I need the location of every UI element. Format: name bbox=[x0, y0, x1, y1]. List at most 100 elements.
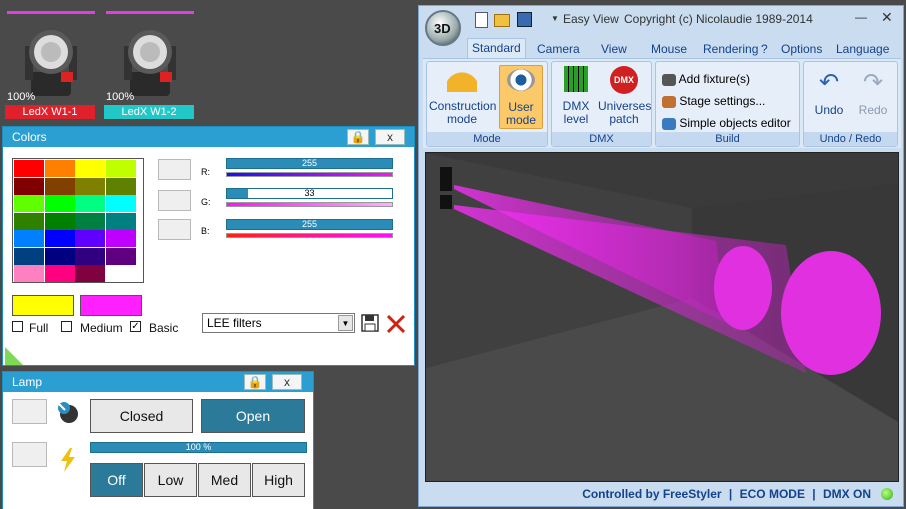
minimize-button[interactable]: — bbox=[855, 10, 867, 24]
color-swatch[interactable] bbox=[44, 177, 75, 195]
open-folder-icon[interactable] bbox=[494, 14, 510, 27]
light-spot bbox=[781, 251, 881, 375]
tab-options[interactable]: Options bbox=[781, 40, 822, 58]
lamp-low-button[interactable]: Low bbox=[144, 463, 197, 497]
lamp-off-button[interactable]: Off bbox=[90, 463, 143, 497]
color-swatch[interactable] bbox=[105, 212, 136, 230]
lamp-preset-button[interactable] bbox=[12, 442, 47, 467]
color-swatch[interactable] bbox=[75, 247, 105, 265]
r-label: R: bbox=[201, 167, 210, 177]
shutter-preset-button[interactable] bbox=[12, 399, 47, 424]
close-button[interactable]: x bbox=[272, 374, 302, 390]
fixture-ledx-w1-2[interactable]: 100% LedX W1-2 bbox=[104, 8, 196, 120]
dmx-level-button[interactable]: DMX level bbox=[556, 66, 596, 126]
r-slider[interactable]: 255 bbox=[226, 158, 393, 169]
undo-icon: ↶ bbox=[818, 69, 840, 96]
color-swatch[interactable] bbox=[75, 212, 105, 230]
tab-view[interactable]: View bbox=[601, 40, 627, 58]
universes-patch-button[interactable]: DMX Universes patch bbox=[598, 66, 651, 126]
delete-filter-button[interactable] bbox=[385, 313, 407, 335]
filter-select[interactable]: LEE filters ▼ bbox=[202, 313, 355, 333]
simple-objects-editor-button[interactable]: Simple objects editor bbox=[662, 116, 791, 130]
tab-help[interactable]: ? bbox=[761, 40, 768, 58]
app-logo[interactable]: 3D bbox=[425, 10, 461, 46]
b-gradient bbox=[226, 233, 393, 238]
color-swatch[interactable] bbox=[105, 160, 136, 177]
status-eco-mode: ECO MODE bbox=[739, 487, 805, 501]
color-swatch[interactable] bbox=[75, 160, 105, 177]
save-icon[interactable] bbox=[517, 12, 532, 27]
tab-standard[interactable]: Standard bbox=[467, 38, 526, 58]
color-swatch[interactable] bbox=[14, 160, 44, 177]
medium-checkbox[interactable] bbox=[61, 321, 72, 332]
color-swatch[interactable] bbox=[14, 265, 44, 282]
b-color-button[interactable] bbox=[158, 219, 191, 240]
color-swatch[interactable] bbox=[44, 195, 75, 212]
color-swatch[interactable] bbox=[105, 247, 136, 265]
color-swatch[interactable] bbox=[105, 177, 136, 195]
hard-hat-icon bbox=[447, 66, 477, 92]
lamp-high-button[interactable]: High bbox=[252, 463, 305, 497]
tab-language[interactable]: Language bbox=[836, 40, 889, 58]
color-swatch[interactable] bbox=[14, 177, 44, 195]
b-slider[interactable]: 255 bbox=[226, 219, 393, 230]
redo-button[interactable]: ↷ Redo bbox=[854, 70, 892, 117]
add-fixture-button[interactable]: Add fixture(s) bbox=[662, 72, 750, 86]
color-swatch[interactable] bbox=[105, 230, 136, 247]
full-checkbox[interactable] bbox=[12, 321, 23, 332]
close-window-button[interactable]: ✕ bbox=[881, 9, 893, 26]
color-swatch[interactable] bbox=[75, 195, 105, 212]
basic-checkbox[interactable]: ✓ bbox=[130, 321, 141, 332]
color-swatch[interactable] bbox=[105, 265, 136, 282]
r-color-button[interactable] bbox=[158, 159, 191, 180]
color-swatch[interactable] bbox=[44, 230, 75, 247]
redo-icon: ↷ bbox=[862, 69, 884, 96]
color-swatch[interactable] bbox=[44, 247, 75, 265]
secondary-color-preview[interactable] bbox=[80, 295, 142, 316]
lock-button[interactable]: 🔒 bbox=[244, 374, 266, 390]
color-swatch[interactable] bbox=[75, 265, 105, 282]
color-swatch[interactable] bbox=[14, 195, 44, 212]
user-mode-button[interactable]: User mode bbox=[499, 65, 543, 129]
shutter-closed-button[interactable]: Closed bbox=[90, 399, 193, 433]
color-swatch[interactable] bbox=[75, 230, 105, 247]
color-swatch[interactable] bbox=[75, 177, 105, 195]
color-swatch[interactable] bbox=[44, 212, 75, 230]
new-file-icon[interactable] bbox=[475, 12, 488, 28]
lamp-med-button[interactable]: Med bbox=[198, 463, 251, 497]
color-swatch[interactable] bbox=[14, 247, 44, 265]
3d-viewport[interactable] bbox=[425, 152, 899, 482]
lock-button[interactable]: 🔒 bbox=[347, 129, 369, 145]
moving-head-icon bbox=[25, 30, 77, 96]
fixture-ledx-w1-1[interactable]: 100% LedX W1-1 bbox=[5, 8, 97, 120]
b-label: B: bbox=[201, 226, 210, 236]
dimmer-slider[interactable]: 100 % bbox=[90, 442, 307, 453]
color-swatch[interactable] bbox=[14, 230, 44, 247]
g-color-button[interactable] bbox=[158, 190, 191, 211]
primary-color-preview[interactable] bbox=[12, 295, 74, 316]
color-swatch[interactable] bbox=[44, 160, 75, 177]
color-swatch[interactable] bbox=[105, 195, 136, 212]
tab-camera[interactable]: Camera bbox=[537, 40, 580, 58]
fixture-name: LedX W1-2 bbox=[104, 105, 194, 119]
shutter-open-button[interactable]: Open bbox=[201, 399, 305, 433]
g-slider[interactable]: 33 bbox=[226, 188, 393, 199]
tab-mouse[interactable]: Mouse bbox=[651, 40, 687, 58]
undo-button[interactable]: ↶ Undo bbox=[810, 70, 848, 117]
color-swatch[interactable] bbox=[14, 212, 44, 230]
medium-label: Medium bbox=[80, 321, 123, 335]
quick-access-dropdown-icon[interactable]: ▼ bbox=[551, 14, 559, 23]
construction-mode-button[interactable]: Construction mode bbox=[429, 66, 496, 126]
stage-settings-button[interactable]: Stage settings... bbox=[662, 94, 765, 108]
fixture-level-bar bbox=[106, 11, 194, 14]
tab-rendering[interactable]: Rendering bbox=[703, 40, 758, 58]
resize-grip-icon[interactable] bbox=[5, 347, 23, 365]
user-mode-label: User mode bbox=[505, 100, 537, 127]
simple-objects-editor-label: Simple objects editor bbox=[679, 116, 791, 130]
save-filter-button[interactable] bbox=[360, 313, 380, 333]
fixture-intensity: 100% bbox=[106, 91, 135, 103]
lock-icon: 🔒 bbox=[350, 130, 366, 144]
build-group: Add fixture(s) Stage settings... Simple … bbox=[655, 61, 800, 147]
color-swatch[interactable] bbox=[44, 265, 75, 282]
close-button[interactable]: x bbox=[375, 129, 405, 145]
